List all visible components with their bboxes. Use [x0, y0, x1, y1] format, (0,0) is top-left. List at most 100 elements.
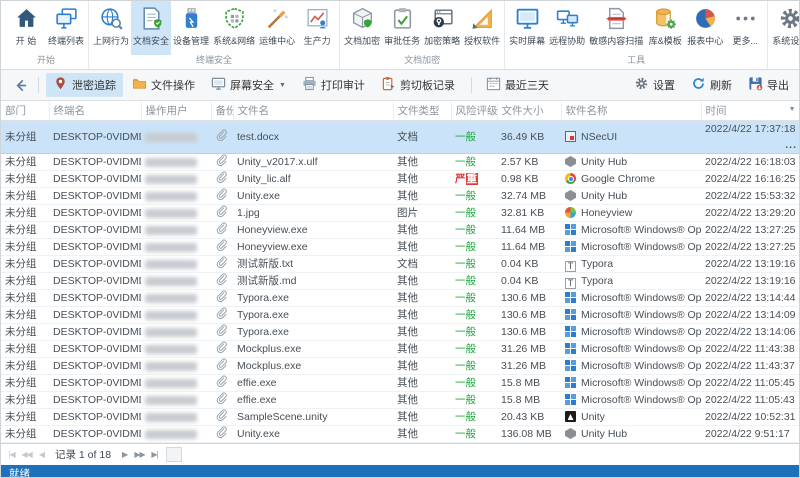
cell-file-name: SampleScene.unity [233, 408, 393, 426]
table-row[interactable]: 未分组DESKTOP-0VIDMDJ effie.exe其他一般15.8 MB Mi… [1, 391, 799, 409]
ribbon-item-系统设置[interactable]: 系统设置 [770, 1, 799, 55]
column-filter-icon[interactable]: ▼ [789, 106, 796, 113]
ops-icon [265, 6, 290, 31]
redacted-user [145, 208, 197, 218]
column-header-部门[interactable]: 部门 [1, 101, 50, 121]
cell-risk-rating: 一般 [451, 374, 497, 392]
ribbon-item-更多...[interactable]: 更多... [725, 1, 765, 55]
cell-file-size: 2.57 KB [497, 153, 561, 171]
ribbon-group-文档加密: 文档加密 审批任务 加密策略 授权软件 文档加密 [340, 1, 506, 69]
ribbon-item-审批任务[interactable]: 审批任务 [382, 1, 422, 55]
cell-operator-user [141, 408, 211, 426]
table-row[interactable]: 未分组DESKTOP-0VIDMDJSampleScene.unity其他一般2… [1, 408, 799, 426]
column-header-文件类型[interactable]: 文件类型 [393, 101, 452, 121]
table-row[interactable]: 未分组DESKTOP-0VIDMDJ Unity_lic.alf其他严重0.98 … [1, 170, 799, 188]
column-header-文件大小[interactable]: 文件大小 [497, 101, 562, 121]
column-header-终端名[interactable]: 终端名 [49, 101, 142, 121]
cell-terminal-name: DESKTOP-0VIDMDJ [49, 357, 141, 375]
mswin-app-icon [565, 343, 576, 354]
pager-prev-page-icon[interactable]: ◀◀ [19, 447, 34, 462]
ribbon-item-实时屏幕[interactable]: 实时屏幕 [507, 1, 547, 55]
software-name: Microsoft® Windows® Oper... [581, 241, 701, 253]
table-row[interactable]: 未分组DESKTOP-0VIDMDJ Typora.exe其他一般130.6 MB… [1, 289, 799, 307]
settings-icon [778, 6, 799, 31]
software-name: Microsoft® Windows® Oper... [581, 343, 701, 355]
table-row[interactable]: 未分组DESKTOP-0VIDMDJUnity_v2017.x.ulf其他一般2… [1, 153, 799, 171]
cell-file-type: 其他 [393, 408, 451, 426]
toolbar-button-屏幕安全[interactable]: 屏幕安全 ▼ [204, 73, 293, 97]
ribbon-item-远程协助[interactable]: 远程协助 [547, 1, 587, 55]
column-header-风险评级[interactable]: 风险评级 [451, 101, 498, 121]
pager-extra-button[interactable] [166, 447, 183, 462]
row-more-button[interactable]: ... [785, 137, 797, 153]
toolbar-button-刷新[interactable]: 刷新 [689, 73, 734, 97]
toolbar-button-label: 泄密追踪 [72, 80, 116, 92]
table-row[interactable]: 未分组DESKTOP-0VIDMDJ Typora.exe其他一般130.6 MB… [1, 306, 799, 324]
back-button[interactable] [9, 75, 31, 95]
ribbon-item-运维中心[interactable]: 运维中心 [257, 1, 297, 55]
ribbon-item-系统&网络[interactable]: 系统&网络 [211, 1, 257, 55]
table-row[interactable]: 未分组DESKTOP-0VIDMDJ Typora.exe其他一般130.6 MB… [1, 323, 799, 341]
docenc-icon [350, 6, 375, 31]
scan-icon [604, 6, 629, 31]
ribbon-item-开始[interactable]: 开 始 [6, 1, 46, 55]
pager-first-icon[interactable]: |◀ [4, 447, 19, 462]
ribbon-item-授权软件[interactable]: 授权软件 [462, 1, 502, 55]
ribbon-item-文档安全[interactable]: 文档安全 [131, 1, 172, 55]
ribbon-group-label: 其他 [770, 55, 799, 69]
table-row[interactable]: 未分组DESKTOP-0VIDMDJ 测试新版.txt文档一般0.04 KB Typ… [1, 255, 799, 273]
table-row[interactable]: 未分组DESKTOP-0VIDMDJ Mockplus.exe其他一般31.26 … [1, 357, 799, 375]
toolbar-button-最近三天[interactable]: 最近三天 [479, 73, 556, 97]
ribbon-item-上网行为[interactable]: 上网行为 [91, 1, 131, 55]
cell-backup [211, 391, 233, 409]
cell-software-name: Microsoft® Windows® Oper... [561, 306, 701, 324]
ribbon-item-报表中心[interactable]: 报表中心 [685, 1, 725, 55]
cell-file-type: 其他 [393, 340, 451, 358]
toolbar-button-文件操作[interactable]: 文件操作 [125, 73, 202, 97]
toolbar-button-剪切板记录[interactable]: 剪切板记录 [374, 73, 462, 97]
ribbon-item-加密策略[interactable]: 加密策略 [422, 1, 462, 55]
toolbar-button-泄密追踪[interactable]: 泄密追踪 [46, 73, 123, 97]
ribbon-item-生产力[interactable]: 生产力 [297, 1, 337, 55]
table-row[interactable]: 未分组DESKTOP-0VIDMDJ Unity.exe其他一般136.08 MB… [1, 425, 799, 443]
table-row[interactable]: 未分组DESKTOP-0VIDMDJ test.docx文档一般36.49 KB N… [1, 120, 799, 154]
cell-department: 未分组 [1, 255, 49, 273]
table-row[interactable]: 未分组DESKTOP-0VIDMDJ 测试新版.md其他一般0.04 KB Typo… [1, 272, 799, 290]
toolbar-button-设置[interactable]: 设置 [632, 73, 677, 97]
toolbar-button-打印审计[interactable]: 打印审计 [295, 73, 372, 97]
table-row[interactable]: 未分组DESKTOP-0VIDMDJ effie.exe其他一般15.8 MB Mi… [1, 374, 799, 392]
column-header-操作用户[interactable]: 操作用户 [141, 101, 212, 121]
table-row[interactable]: 未分组DESKTOP-0VIDMDJ Unity.exe其他一般32.74 MB U… [1, 187, 799, 205]
table-row[interactable]: 未分组DESKTOP-0VIDMDJ Honeyview.exe其他一般11.64… [1, 221, 799, 239]
cell-time: 2022/4/22 11:05:45 [701, 374, 799, 392]
ribbon-item-终端列表[interactable]: 终端列表 [46, 1, 86, 55]
column-header-时间[interactable]: 时间 ▼ [701, 101, 799, 121]
unityhub-app-icon [565, 428, 576, 439]
ribbon-item-设备管理[interactable]: 设备管理 [171, 1, 211, 55]
ribbon-item-文档加密[interactable]: 文档加密 [342, 1, 382, 55]
table-row[interactable]: 未分组DESKTOP-0VIDMDJ Honeyview.exe其他一般11.64… [1, 238, 799, 256]
toolbar-button-导出[interactable]: 导出 [746, 73, 791, 97]
table-row[interactable]: 未分组DESKTOP-0VIDMDJ 1.jpg图片一般32.81 KB Honey… [1, 204, 799, 222]
toolbar-button-label: 最近三天 [504, 80, 549, 92]
cell-backup [211, 340, 233, 358]
cell-risk-rating: 一般 [451, 153, 497, 171]
redacted-user [145, 132, 197, 142]
pager-prev-icon[interactable]: ◀ [34, 447, 49, 462]
cell-operator-user [141, 204, 211, 222]
column-header-软件名称[interactable]: 软件名称 [561, 101, 702, 121]
ribbon-item-库&模板[interactable]: 库&模板 [645, 1, 685, 55]
software-name: Unity [581, 411, 605, 423]
cell-file-size: 32.74 MB [497, 187, 561, 205]
ribbon-item-敏感内容扫描[interactable]: 敏感内容扫描 [587, 1, 645, 55]
column-header-备份[interactable]: 备份 [211, 101, 234, 121]
redacted-user [145, 157, 197, 167]
pager-last-icon[interactable]: ▶| [147, 447, 162, 462]
pager-next-page-icon[interactable]: ▶▶ [132, 447, 147, 462]
cell-operator-user [141, 187, 211, 205]
column-header-文件名[interactable]: 文件名 [233, 101, 394, 121]
redacted-user [145, 361, 197, 371]
cell-file-name: effie.exe [233, 391, 393, 409]
table-row[interactable]: 未分组DESKTOP-0VIDMDJ Mockplus.exe其他一般31.26 … [1, 340, 799, 358]
pager-next-icon[interactable]: ▶ [117, 447, 132, 462]
